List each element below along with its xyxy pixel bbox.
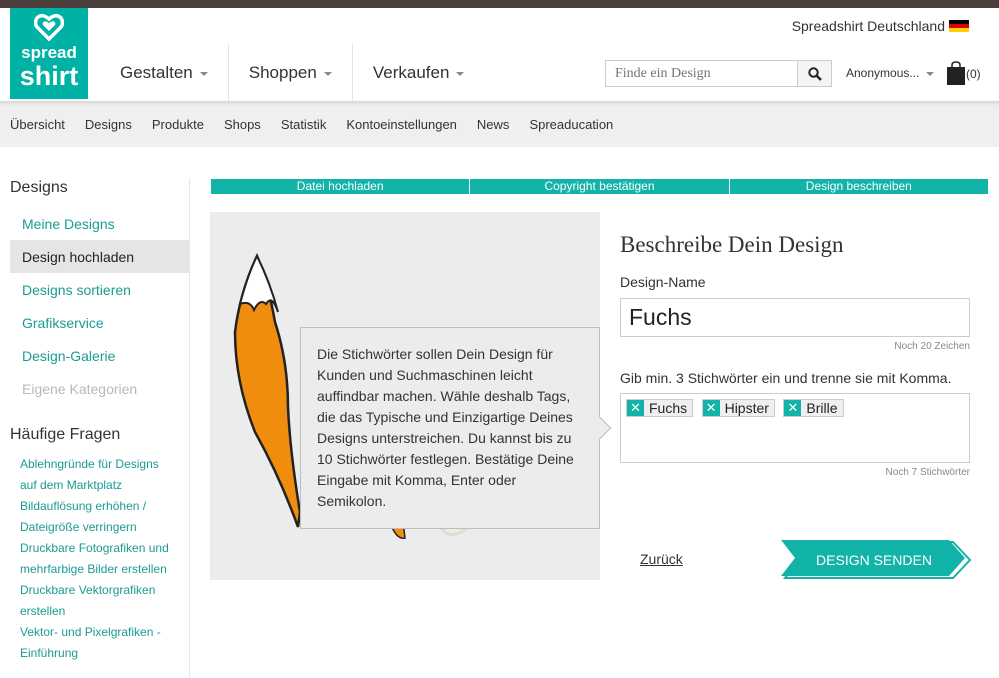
nav-verkaufen-label: Verkaufen <box>372 63 450 82</box>
step-design-beschreiben: Design beschreiben <box>728 179 988 194</box>
search-bar <box>605 60 832 87</box>
tooltip-text: Die Stichwörter sollen Dein Design für K… <box>317 346 574 509</box>
design-name-char-hint: Noch 20 Zeichen <box>894 341 970 352</box>
chevron-down-icon <box>323 72 332 76</box>
form-title: Beschreibe Dein Design <box>620 232 844 257</box>
faq-link-line[interactable]: Einführung <box>20 643 78 664</box>
faq-link-line[interactable]: Dateigröße verringern <box>20 517 137 538</box>
nav-verkaufen[interactable]: Verkaufen <box>353 44 485 102</box>
tag-label: Hipster <box>724 400 769 416</box>
submit-design-label: DESIGN SENDEN <box>816 552 932 568</box>
spreadshirt-logo[interactable]: spread shirt <box>10 8 88 99</box>
subnav-news[interactable]: News <box>477 117 510 132</box>
sidebar-item-grafikservice[interactable]: Grafikservice <box>10 306 189 339</box>
country-label: Spreadshirt Deutschland <box>791 18 945 34</box>
cart-count: (0) <box>966 66 981 81</box>
cart-button[interactable]: (0) <box>946 61 981 86</box>
country-selector[interactable]: Spreadshirt Deutschland <box>792 18 969 34</box>
chevron-down-icon <box>926 72 935 76</box>
nav-shoppen-label: Shoppen <box>248 63 317 82</box>
sub-nav: Übersicht Designs Produkte Shops Statist… <box>0 101 999 147</box>
sidebar-item-design-hochladen[interactable]: Design hochladen <box>10 240 189 273</box>
nav-gestalten[interactable]: Gestalten <box>100 44 229 102</box>
tag-label: Fuchs <box>649 400 688 416</box>
sidebar-divider <box>189 178 190 678</box>
remove-tag-icon[interactable]: ✕ <box>627 400 644 416</box>
subnav-produkte[interactable]: Produkte <box>152 117 204 132</box>
tooltip-arrow <box>588 416 612 440</box>
chevron-down-icon <box>199 72 208 76</box>
nav-gestalten-label: Gestalten <box>120 63 193 82</box>
logo-text-bottom: shirt <box>19 61 79 91</box>
chevron-down-icon <box>456 72 465 76</box>
subnav-spreaducation[interactable]: Spreaducation <box>529 117 613 132</box>
design-name-input[interactable]: Fuchs <box>620 298 970 337</box>
tag-chip: ✕ Brille <box>783 399 844 417</box>
subnav-shops[interactable]: Shops <box>224 117 261 132</box>
account-menu[interactable]: Anonymous... <box>846 66 935 80</box>
account-label: Anonymous... <box>846 66 920 80</box>
tags-count-hint: Noch 7 Stichwörter <box>885 467 970 478</box>
header: spread shirt Gestalten Shoppen Verkaufen… <box>0 8 999 102</box>
nav-shoppen[interactable]: Shoppen <box>229 44 353 102</box>
faq-link-line[interactable]: auf dem Marktplatz <box>20 475 122 496</box>
sidebar-title: Designs <box>10 179 68 196</box>
faq-link-line[interactable]: Druckbare Fotografiken und <box>20 538 169 559</box>
heart-logo-icon <box>34 14 64 42</box>
shopping-bag-icon <box>947 61 965 85</box>
sidebar-item-design-galerie[interactable]: Design-Galerie <box>10 339 189 372</box>
subnav-designs[interactable]: Designs <box>85 117 132 132</box>
sidebar-item-designs-sortieren[interactable]: Designs sortieren <box>10 273 189 306</box>
faq-link-line[interactable]: Vektor- und Pixelgrafiken - <box>20 622 161 643</box>
search-button[interactable] <box>797 61 831 86</box>
tag-chip: ✕ Fuchs <box>626 399 694 417</box>
tags-input[interactable]: ✕ Fuchs ✕ Hipster ✕ Brille <box>620 393 970 463</box>
sidebar-item-meine-designs[interactable]: Meine Designs <box>10 207 189 240</box>
top-bar <box>0 0 999 8</box>
tags-label: Gib min. 3 Stichwörter ein und trenne si… <box>620 370 952 386</box>
main-nav: Gestalten Shoppen Verkaufen <box>100 44 484 102</box>
subnav-kontoeinstellungen[interactable]: Kontoeinstellungen <box>346 117 457 132</box>
remove-tag-icon[interactable]: ✕ <box>784 400 802 416</box>
faq-link-line[interactable]: Druckbare Vektorgrafiken <box>20 580 155 601</box>
logo-text-top: spread <box>21 43 77 62</box>
design-name-value: Fuchs <box>629 304 692 330</box>
search-icon <box>807 66 822 81</box>
remove-tag-icon[interactable]: ✕ <box>702 400 720 416</box>
faq-link-line[interactable]: mehrfarbige Bilder erstellen <box>20 559 167 580</box>
tags-help-tooltip: Die Stichwörter sollen Dein Design für K… <box>300 327 612 529</box>
upload-progress-steps: Datei hochladen Copyright bestätigen Des… <box>211 179 988 194</box>
subnav-uebersicht[interactable]: Übersicht <box>10 117 65 132</box>
faq-title: Häufige Fragen <box>10 426 121 443</box>
german-flag-icon <box>949 19 969 33</box>
faq-link-line[interactable]: erstellen <box>20 601 65 622</box>
sidebar-item-eigene-kategorien: Eigene Kategorien <box>22 380 138 397</box>
step-datei-hochladen: Datei hochladen <box>211 179 470 194</box>
submit-design-button[interactable]: DESIGN SENDEN <box>781 540 971 580</box>
back-link[interactable]: Zurück <box>640 551 683 567</box>
step-copyright-bestaetigen: Copyright bestätigen <box>469 179 729 194</box>
faq-link-line[interactable]: Bildauflösung erhöhen / <box>20 496 146 517</box>
tag-label: Brille <box>806 400 838 416</box>
search-input[interactable] <box>606 61 797 86</box>
tag-chip: ✕ Hipster <box>701 399 775 417</box>
faq-link-line[interactable]: Ablehngründe für Designs <box>20 454 159 475</box>
design-name-label: Design-Name <box>620 274 706 290</box>
subnav-statistik[interactable]: Statistik <box>281 117 327 132</box>
